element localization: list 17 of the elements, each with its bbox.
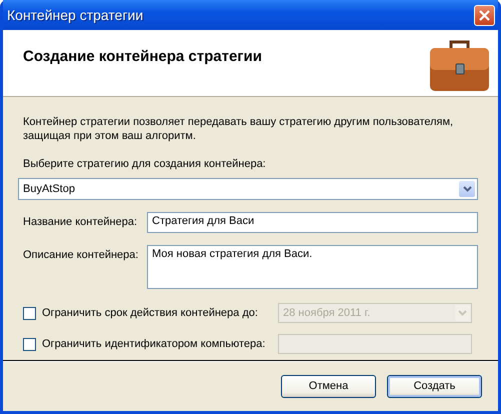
window-title: Контейнер стратегии [7,7,144,23]
create-button[interactable]: Создать [387,374,482,398]
checkbox-label: Ограничить идентификатором компьютера: [42,338,266,350]
description-text: Контейнер стратегии позволяет передавать вашу стратегию другим пользователям, защищая при этом ваш алгоритм. [23,115,454,143]
chevron-down-icon [462,186,472,192]
description-field[interactable]: Моя новая стратегия для Васи. [147,245,478,289]
field-label: Название контейнера: [23,216,138,228]
close-icon [478,8,491,22]
checkbox-label: Ограничить срок действия контейнера до: [42,307,259,319]
chevron-down-icon [458,310,467,316]
name-field[interactable]: Стратегия для Васи [147,212,478,233]
field-label: Выберите стратегию для создания контейнера: [23,158,267,170]
close-button[interactable] [474,4,495,26]
header-title: Создание контейнера стратегии [23,48,262,65]
strategy-dropdown[interactable]: BuyAtStop [18,178,478,200]
cancel-button[interactable]: Отмена [281,374,376,398]
field-label: Описание контейнера: [23,249,140,261]
